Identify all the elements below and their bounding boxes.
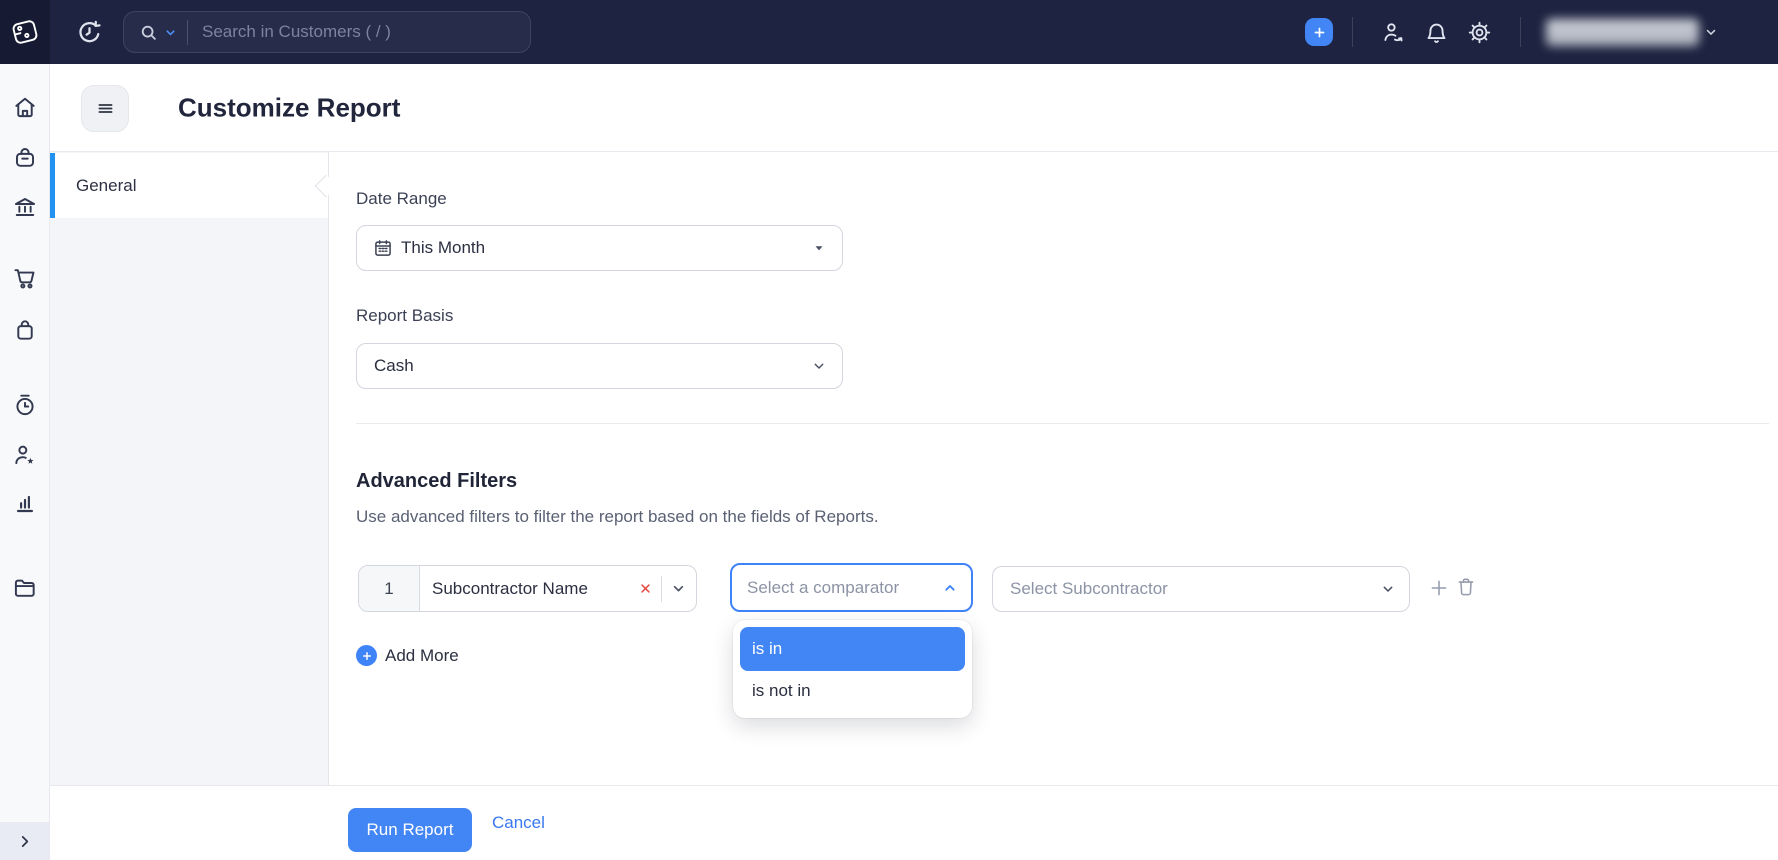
hamburger-icon [98, 104, 112, 113]
cancel-link[interactable]: Cancel [492, 813, 545, 833]
chevron-up-icon [942, 580, 958, 596]
dropdown-triangle-icon [811, 240, 827, 256]
report-basis-select[interactable]: Cash [356, 343, 843, 389]
sidebar-item-home[interactable] [12, 94, 38, 120]
date-range-select[interactable]: This Month [356, 225, 843, 271]
filter-field-value: Subcontractor Name [432, 578, 588, 598]
time-clock-icon [16, 394, 34, 416]
settings-gear-icon[interactable] [1467, 20, 1492, 45]
clear-field-icon[interactable] [638, 581, 653, 596]
home-icon [15, 97, 35, 118]
sidebar-item-purchases[interactable] [12, 317, 38, 343]
filter-field-select[interactable]: 1 Subcontractor Name [358, 565, 697, 612]
topbar-divider-2 [1520, 17, 1521, 47]
books-logo-icon [12, 20, 38, 44]
comparator-option-is-in[interactable]: is in [740, 627, 965, 671]
delete-filter-row-icon[interactable] [1455, 576, 1477, 598]
global-search-box[interactable] [123, 11, 531, 53]
person-star-icon [15, 445, 34, 465]
sidebar-item-accountant[interactable] [12, 442, 38, 468]
subcontractor-placeholder: Select Subcontractor [1010, 579, 1168, 598]
option-label: is not in [752, 681, 811, 700]
plus-circle-icon [356, 645, 377, 666]
comparator-select[interactable]: Select a comparator [730, 563, 973, 612]
org-chevron-down-icon[interactable] [1704, 25, 1718, 39]
bank-icon [14, 198, 36, 216]
shopping-bag-icon [17, 320, 33, 340]
date-range-label: Date Range [356, 189, 447, 208]
org-name-redacted[interactable] [1546, 18, 1699, 46]
add-more-button[interactable]: Add More [356, 645, 459, 666]
customize-tabs-panel: General [50, 152, 338, 785]
chevron-down-icon [1380, 581, 1396, 597]
date-range-value: This Month [401, 238, 486, 257]
report-basis-label: Report Basis [356, 306, 454, 325]
subcontractor-select[interactable]: Select Subcontractor [992, 566, 1410, 612]
comparator-option-is-not-in[interactable]: is not in [740, 671, 965, 711]
search-icon [138, 22, 159, 43]
sidebar-expand-button[interactable] [0, 822, 49, 860]
page-header: Customize Report [50, 64, 1778, 152]
sidebar-item-documents[interactable] [12, 575, 38, 601]
chevron-down-icon[interactable] [670, 580, 687, 597]
notifications-bell-icon[interactable] [1424, 20, 1449, 45]
tab-general[interactable]: General [50, 153, 328, 218]
page-title: Customize Report [178, 92, 401, 122]
folder-icon [14, 579, 35, 597]
cart-icon [14, 269, 35, 289]
advanced-filters-description: Use advanced filters to filter the repor… [356, 507, 879, 526]
sidebar-item-time[interactable] [12, 392, 38, 418]
collapse-menu-button[interactable] [81, 85, 129, 132]
referral-users-icon[interactable] [1381, 20, 1406, 45]
bar-chart-icon [16, 495, 34, 513]
filter-row-index: 1 [359, 566, 420, 611]
run-report-button[interactable]: Run Report [348, 808, 472, 852]
option-label: is in [752, 639, 783, 658]
field-select-divider [661, 575, 662, 602]
report-basis-value: Cash [374, 356, 414, 375]
advanced-filters-title: Advanced Filters [356, 470, 518, 492]
calendar-icon [373, 238, 393, 258]
sidebar-item-items[interactable] [12, 145, 38, 171]
comparator-placeholder: Select a comparator [747, 577, 900, 597]
app-window: Customize Report General Date Range This… [0, 0, 1778, 860]
comparator-dropdown-menu: is in is not in [733, 620, 972, 718]
recent-history-icon[interactable] [76, 19, 103, 46]
search-divider [187, 19, 188, 45]
add-filter-row-icon[interactable] [1428, 577, 1450, 599]
chevron-right-icon [21, 835, 29, 847]
top-navigation-bar [0, 0, 1778, 64]
sidebar-item-reports[interactable] [12, 490, 38, 516]
items-bag-icon [16, 148, 34, 167]
plus-icon [1314, 27, 1324, 37]
tab-general-label: General [76, 175, 137, 195]
topbar-divider [1352, 17, 1353, 47]
quick-create-button[interactable] [1305, 18, 1333, 46]
left-icon-rail [0, 64, 50, 860]
sidebar-item-banking[interactable] [12, 194, 38, 220]
chevron-down-icon [811, 358, 827, 374]
sidebar-item-sales[interactable] [12, 265, 38, 291]
page-footer: Run Report Cancel [50, 785, 1778, 860]
search-input[interactable] [200, 21, 516, 43]
add-more-label: Add More [385, 645, 459, 665]
section-divider [356, 423, 1769, 424]
search-scope-chevron-icon[interactable] [164, 26, 177, 39]
books-logo[interactable] [0, 0, 50, 64]
